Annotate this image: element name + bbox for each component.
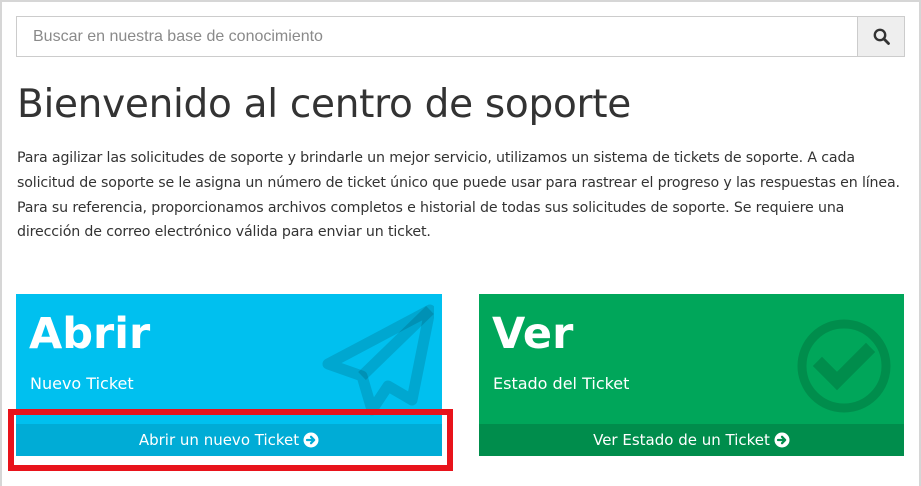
arrow-circle-right-icon xyxy=(303,432,319,448)
view-ticket-status-link[interactable]: Ver Estado de un Ticket xyxy=(479,424,904,456)
card-heading: Abrir xyxy=(29,309,151,359)
page-title: Bienvenido al centro de soporte xyxy=(17,82,631,127)
paper-plane-icon xyxy=(322,304,434,416)
search-button[interactable] xyxy=(857,16,905,57)
card-subheading: Estado del Ticket xyxy=(493,374,630,393)
view-ticket-card: Ver Estado del Ticket Ver Estado de un T… xyxy=(479,294,904,456)
intro-text: Para agilizar las solicitudes de soporte… xyxy=(17,150,900,241)
search-icon xyxy=(873,28,890,45)
card-heading: Ver xyxy=(492,309,574,359)
arrow-circle-right-icon xyxy=(774,432,790,448)
search-input[interactable] xyxy=(16,16,857,57)
knowledge-base-search xyxy=(16,16,905,57)
open-new-ticket-link[interactable]: Abrir un nuevo Ticket xyxy=(16,424,442,456)
link-label: Abrir un nuevo Ticket xyxy=(138,431,300,449)
link-label: Ver Estado de un Ticket xyxy=(593,431,770,449)
check-circle-icon xyxy=(797,319,891,413)
card-subheading: Nuevo Ticket xyxy=(30,374,134,393)
open-ticket-card: Abrir Nuevo Ticket Abrir un nuevo Ticket xyxy=(16,294,442,456)
